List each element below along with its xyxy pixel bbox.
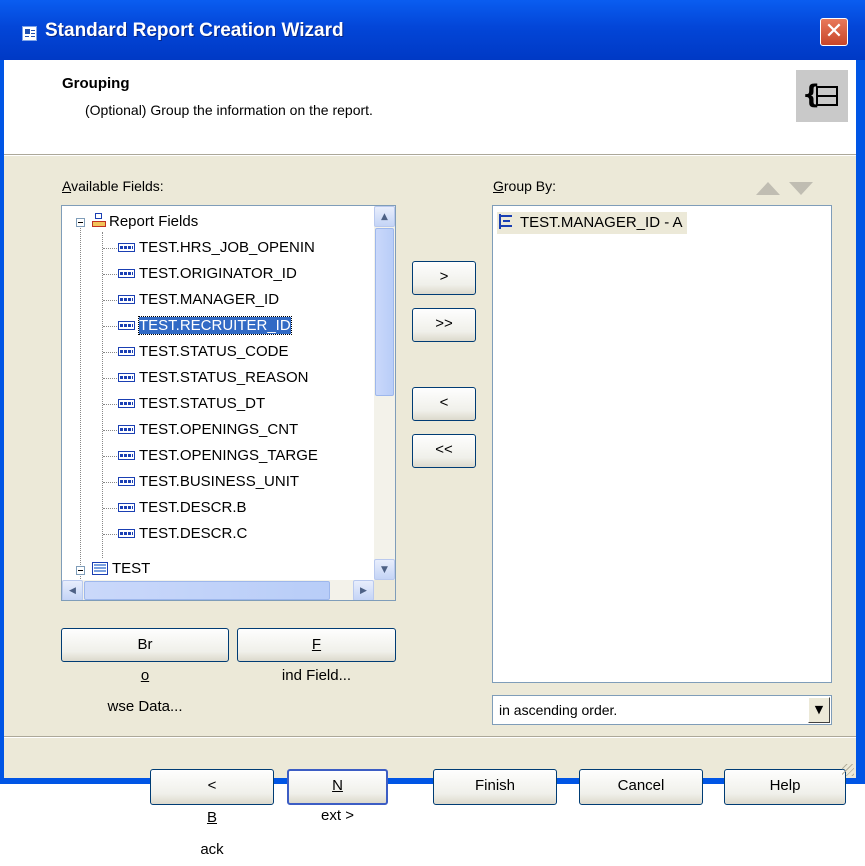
available-fields-label: Available Fields:: [62, 178, 164, 194]
move-down-icon[interactable]: [789, 182, 813, 195]
tree-vertical-scrollbar[interactable]: ▲ ▼: [374, 206, 395, 580]
wizard-header: Grouping (Optional) Group the informatio…: [4, 60, 856, 154]
sort-order-dropdown[interactable]: in ascending order. ▼: [492, 695, 832, 725]
scroll-down-button[interactable]: ▼: [374, 559, 395, 580]
find-field-button[interactable]: Find Field...: [237, 628, 396, 684]
field-icon: [118, 476, 135, 486]
tree-field-item[interactable]: TEST.STATUS_CODE: [118, 339, 288, 365]
resize-grip-icon[interactable]: [842, 764, 854, 776]
table-icon: [92, 561, 108, 575]
tree-node-test[interactable]: TEST: [92, 556, 150, 582]
field-icon: [118, 528, 135, 538]
tree-field-item[interactable]: TEST.DESCR.C: [118, 521, 247, 547]
chevron-up-icon: ▲: [381, 212, 388, 222]
dialog-body: Grouping (Optional) Group the informatio…: [4, 60, 856, 858]
report-fields-icon: [92, 212, 106, 228]
chevron-down-icon: ▼: [381, 565, 388, 575]
back-button[interactable]: < Back: [150, 769, 274, 858]
page-title: Grouping: [62, 75, 130, 92]
move-up-icon[interactable]: [756, 182, 780, 195]
field-icon: [118, 424, 135, 434]
header-divider: [4, 154, 856, 156]
group-by-item[interactable]: TEST.MANAGER_ID - A: [497, 212, 687, 234]
footer-divider: [4, 736, 856, 738]
vertical-scroll-thumb[interactable]: [375, 228, 394, 396]
finish-button[interactable]: Finish: [433, 769, 557, 805]
remove-all-fields-button[interactable]: <<: [412, 434, 476, 468]
scroll-up-button[interactable]: ▲: [374, 206, 395, 227]
sort-order-value: in ascending order.: [499, 702, 618, 718]
help-button[interactable]: Help: [724, 769, 846, 805]
window-title: Standard Report Creation Wizard: [45, 20, 344, 41]
add-all-fields-button[interactable]: >>: [412, 308, 476, 342]
field-icon: [118, 398, 135, 408]
field-icon: [118, 372, 135, 382]
field-icon: [118, 294, 135, 304]
remove-field-button[interactable]: <: [412, 387, 476, 421]
group-by-list[interactable]: TEST.MANAGER_ID - A: [492, 205, 832, 683]
tree-field-item[interactable]: TEST.HRS_JOB_OPENIN: [118, 235, 315, 261]
tree-field-item-selected[interactable]: TEST.RECRUITER_ID: [118, 313, 292, 339]
tree-field-item[interactable]: TEST.STATUS_DT: [118, 391, 265, 417]
tree-field-item[interactable]: TEST.STATUS_REASON: [118, 365, 308, 391]
dropdown-button[interactable]: ▼: [808, 697, 830, 723]
add-field-button[interactable]: >: [412, 261, 476, 295]
field-icon: [118, 450, 135, 460]
next-button[interactable]: Next >: [287, 769, 388, 824]
page-subtitle: (Optional) Group the information on the …: [85, 102, 373, 118]
collapse-test-icon[interactable]: [76, 566, 85, 575]
tree-field-item[interactable]: TEST.DESCR.B: [118, 495, 247, 521]
field-icon: [118, 320, 135, 330]
close-icon: ✕: [824, 19, 844, 44]
grouping-icon: {: [796, 70, 848, 122]
field-icon: [118, 346, 135, 356]
tree-node-report-fields[interactable]: Report Fields: [92, 209, 198, 235]
scroll-corner: [374, 580, 395, 600]
available-fields-tree[interactable]: Report Fields TEST.HRS_JOB_OPENIN TEST.O…: [61, 205, 396, 601]
field-icon: [118, 268, 135, 278]
tree-field-item[interactable]: TEST.OPENINGS_CNT: [118, 417, 298, 443]
field-icon: [118, 502, 135, 512]
browse-data-button[interactable]: Br o wse Data...: [61, 628, 229, 715]
wizard-window: Standard Report Creation Wizard ✕ Groupi…: [0, 0, 865, 858]
tree-field-item[interactable]: TEST.BUSINESS_UNIT: [118, 469, 299, 495]
close-button[interactable]: ✕: [820, 18, 848, 46]
tree-field-item[interactable]: TEST.ORIGINATOR_ID: [118, 261, 297, 287]
group-icon: [499, 213, 512, 229]
tree-horizontal-scrollbar[interactable]: ◀ ▶: [62, 580, 374, 600]
tree-field-item[interactable]: TEST.MANAGER_ID: [118, 287, 279, 313]
tree-field-item[interactable]: TEST.OPENINGS_TARGE: [118, 443, 318, 469]
field-icon: [118, 242, 135, 252]
horizontal-scroll-thumb[interactable]: [84, 581, 330, 600]
chevron-down-icon: ▼: [814, 703, 824, 716]
chevron-left-icon: ◀: [69, 586, 76, 596]
chevron-right-icon: ▶: [360, 586, 367, 596]
scroll-right-button[interactable]: ▶: [353, 580, 374, 600]
collapse-report-fields-icon[interactable]: [76, 218, 85, 227]
scroll-left-button[interactable]: ◀: [62, 580, 83, 600]
title-bar[interactable]: Standard Report Creation Wizard ✕: [0, 0, 865, 60]
app-icon: [22, 26, 37, 41]
group-by-label: Group By:: [493, 178, 557, 194]
cancel-button[interactable]: Cancel: [579, 769, 703, 805]
